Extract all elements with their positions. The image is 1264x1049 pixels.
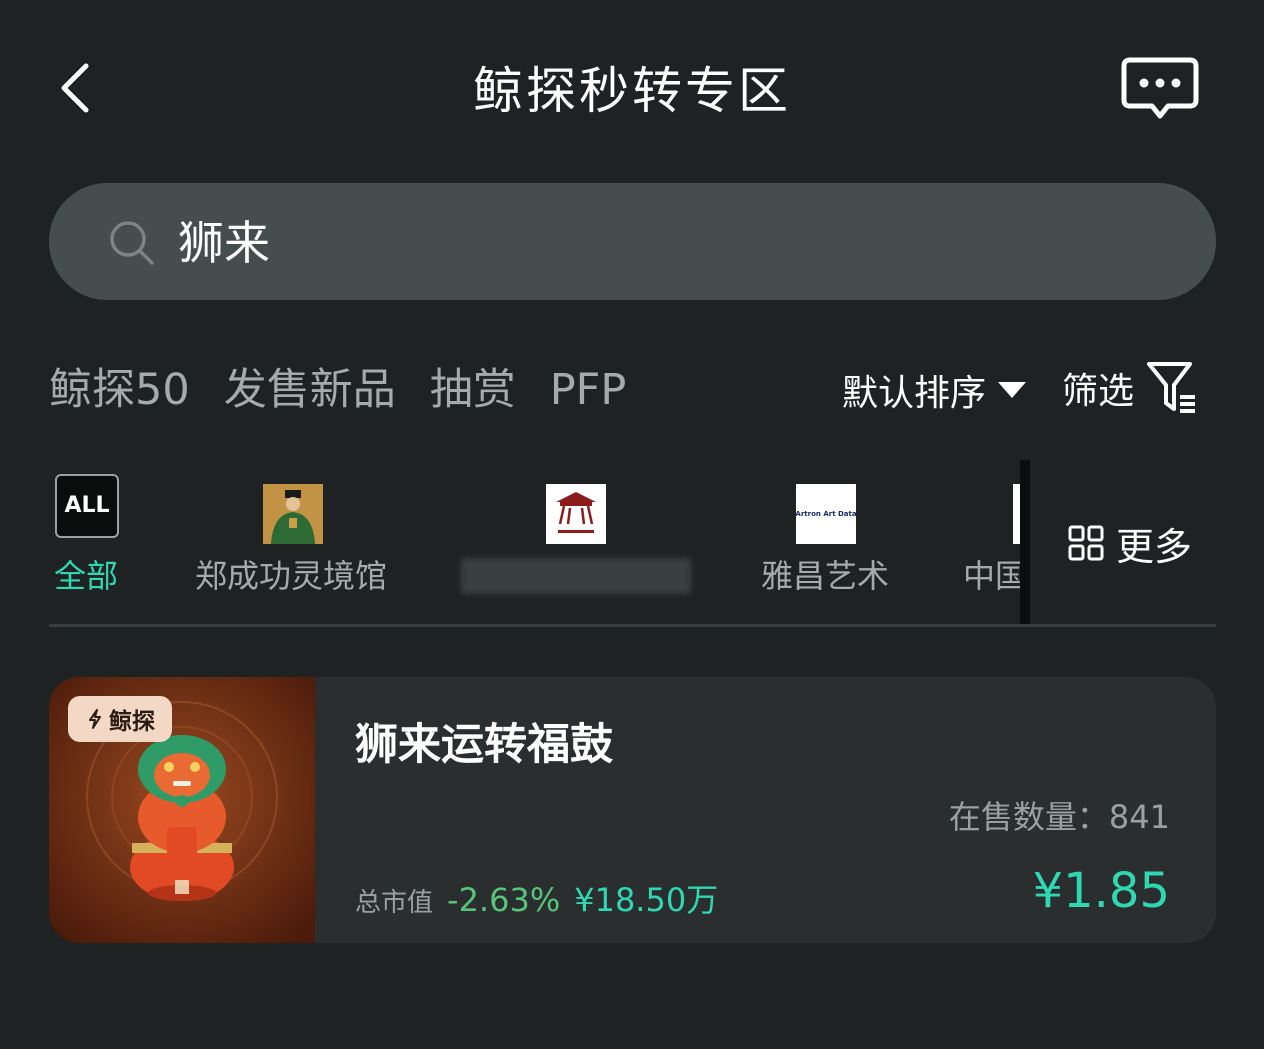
filter-button[interactable]: 筛选 (1062, 356, 1198, 420)
grid-icon (1068, 525, 1104, 561)
page: 鲸探秒转专区 鲸探50 发售新品 抽赏 PFP 默认排序 筛选 (0, 0, 1264, 1049)
all-logo: ALL (55, 474, 119, 538)
tab-pfp[interactable]: PFP (550, 360, 627, 420)
product-price: ¥1.85 (1032, 863, 1170, 919)
caret-down-icon (998, 382, 1027, 398)
tab-new-release[interactable]: 发售新品 (224, 360, 396, 420)
portrait-logo (263, 484, 323, 544)
brand-label: 郑成功灵境馆 (195, 557, 388, 595)
tab-jingtan50[interactable]: 鲸探50 (49, 360, 190, 420)
market-cap-value: ¥18.50万 (574, 881, 719, 919)
platform-badge: 鲸探 (68, 696, 172, 742)
search-input[interactable] (178, 212, 1158, 274)
market-cap-row: 总市值 -2.63% ¥18.50万 (355, 875, 718, 919)
product-title: 狮来运转福鼓 (355, 720, 613, 770)
brand-label: 中国 (963, 557, 1028, 595)
divider (49, 624, 1216, 627)
market-cap-label: 总市值 (355, 888, 434, 918)
brand-label: 雅昌艺术 (761, 557, 890, 595)
brand-label-blurred (461, 558, 691, 594)
temple-logo (546, 484, 606, 544)
funnel-icon (1147, 362, 1196, 413)
category-tabs: 鲸探50 发售新品 抽赏 PFP (49, 360, 626, 420)
market-cap-change: -2.63% (447, 881, 561, 919)
brand-item-all[interactable]: ALL 全部 (49, 466, 129, 606)
page-title: 鲸探秒转专区 (473, 62, 791, 120)
product-card[interactable]: 鲸探 狮来运转福鼓 在售数量：841 总市值 -2.63% ¥18.50万 ¥1… (49, 677, 1216, 943)
sort-label: 默认排序 (842, 373, 987, 414)
brand-label: 全部 (54, 557, 119, 595)
strip-divider (1020, 460, 1030, 626)
search-icon (110, 221, 154, 265)
stock-count: 在售数量：841 (948, 798, 1170, 836)
lightning-icon (89, 709, 101, 729)
artron-logo: Artron Art Data (795, 484, 857, 544)
brand-item-zhengchenggong[interactable]: 郑成功灵境馆 (195, 466, 395, 606)
more-button[interactable]: 更多 (1068, 518, 1193, 569)
sort-button[interactable]: 默认排序 (842, 364, 1028, 416)
tab-lottery[interactable]: 抽赏 (430, 360, 516, 420)
message-button[interactable] (1120, 54, 1200, 126)
brand-item-hidden[interactable] (461, 466, 691, 606)
brand-item-artron[interactable]: Artron Art Data 雅昌艺术 (761, 466, 891, 606)
more-label: 更多 (1116, 524, 1193, 569)
chat-bubble-icon (1121, 57, 1199, 119)
brand-strip: ALL 全部 郑成功灵境馆 Artron Art Data 雅昌艺术 中国 (49, 466, 1029, 624)
badge-label: 鲸探 (109, 709, 155, 735)
filter-label: 筛选 (1062, 371, 1135, 412)
